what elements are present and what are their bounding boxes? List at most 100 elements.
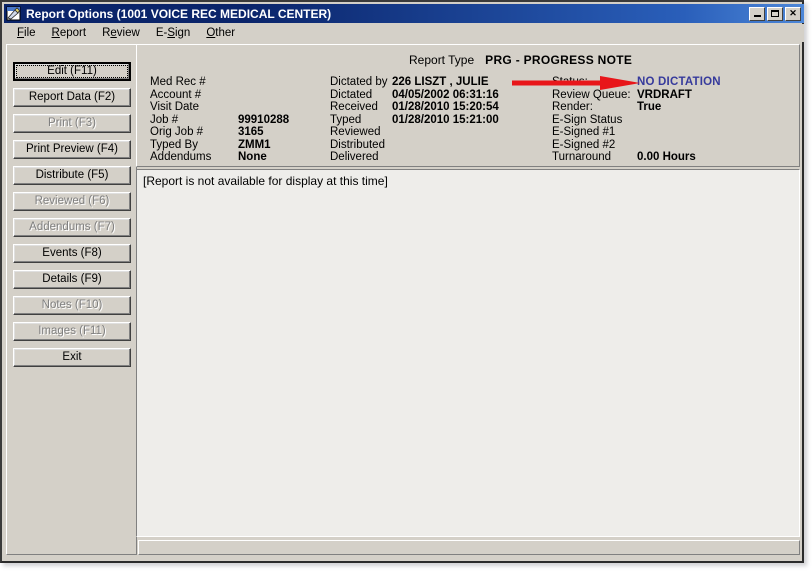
menu-bar: File Report Review E-Sign Other bbox=[4, 24, 804, 42]
info-row: Account # bbox=[150, 89, 330, 102]
sidebar-button-label: Events (F8) bbox=[42, 247, 102, 259]
report-type-value: PRG - PROGRESS NOTE bbox=[485, 53, 633, 67]
info-value: None bbox=[238, 151, 267, 163]
sidebar-button-print-preview[interactable]: Print Preview (F4) bbox=[13, 140, 131, 159]
sidebar-button-report-data[interactable]: Report Data (F2) bbox=[13, 88, 131, 107]
info-label: Typed By bbox=[150, 138, 198, 151]
info-row: Reviewed bbox=[330, 126, 545, 139]
sidebar-button-details[interactable]: Details (F9) bbox=[13, 270, 131, 289]
title-bar[interactable]: Report Options (1001 VOICE REC MEDICAL C… bbox=[4, 4, 804, 23]
sidebar-button-edit[interactable]: Edit (F11) bbox=[13, 62, 131, 81]
sidebar-button-label: Distribute (F5) bbox=[35, 169, 109, 181]
info-column-workflow-dates: Dictated by 226 LISZT , JULIE Dictated 04/… bbox=[330, 76, 545, 164]
sidebar-button-label: Notes (F10) bbox=[41, 299, 103, 311]
report-type-label: Report Type bbox=[409, 53, 475, 67]
info-row: E-Signed #1 bbox=[552, 126, 792, 139]
menu-item-esign[interactable]: E-Sign bbox=[149, 26, 200, 40]
info-label: Dictated bbox=[330, 88, 373, 101]
info-row: Received 01/28/2010 15:20:54 bbox=[330, 101, 545, 114]
info-label: Addendums bbox=[150, 151, 212, 163]
info-label: Typed bbox=[330, 113, 362, 126]
info-value: 3165 bbox=[238, 126, 264, 138]
info-value: True bbox=[637, 101, 662, 113]
sidebar-panel: Edit (F11) Report Data (F2) Print (F3) P… bbox=[6, 44, 137, 555]
info-column-status: Status: NO DICTATION Review Queue: VRDRAFT… bbox=[552, 76, 792, 164]
info-row: Typed By ZMM1 bbox=[150, 139, 330, 152]
info-label: E-Signed #1 bbox=[552, 126, 616, 138]
info-label: Review Queue: bbox=[552, 88, 631, 101]
close-icon: ✕ bbox=[789, 7, 797, 18]
info-label: Dictated by bbox=[330, 76, 388, 88]
info-value: 01/28/2010 15:21:00 bbox=[392, 113, 499, 126]
report-info-panel: Report Type PRG - PROGRESS NOTE Med Rec #… bbox=[136, 44, 800, 167]
info-label: E-Sign Status bbox=[552, 113, 623, 126]
info-label: Delivered bbox=[330, 151, 379, 163]
maximize-icon bbox=[771, 9, 779, 17]
info-value: 04/05/2002 06:31:16 bbox=[392, 88, 499, 101]
info-row: Visit Date bbox=[150, 101, 330, 114]
info-label: Turnaround bbox=[552, 151, 612, 163]
sidebar-button-label: Details (F9) bbox=[42, 273, 102, 285]
info-value: ZMM1 bbox=[238, 138, 271, 151]
info-row: Med Rec # bbox=[150, 76, 330, 89]
report-body-text: [Report is not available for display at … bbox=[143, 174, 388, 188]
sidebar-button-exit[interactable]: Exit bbox=[13, 348, 131, 367]
sidebar-button-print: Print (F3) bbox=[13, 114, 131, 133]
sidebar-button-events[interactable]: Events (F8) bbox=[13, 244, 131, 263]
info-value: 0.00 Hours bbox=[637, 151, 696, 163]
info-value: 01/28/2010 15:20:54 bbox=[392, 101, 499, 113]
info-label: Distributed bbox=[330, 138, 385, 151]
info-label: Med Rec # bbox=[150, 76, 206, 88]
info-column-identifiers: Med Rec # Account # Visit Date Job # 9991… bbox=[150, 76, 330, 164]
info-row: Status: NO DICTATION bbox=[552, 76, 792, 89]
sidebar-button-label: Exit bbox=[62, 351, 82, 363]
sidebar-button-images: Images (F11) bbox=[13, 322, 131, 341]
focus-rectangle bbox=[16, 65, 128, 78]
info-label: Reviewed bbox=[330, 126, 381, 138]
sidebar-button-label: Report Data (F2) bbox=[28, 91, 116, 103]
info-label: Orig Job # bbox=[150, 126, 204, 138]
info-row: E-Signed #2 bbox=[552, 139, 792, 152]
menu-item-report[interactable]: Report bbox=[45, 26, 96, 40]
info-label: Account # bbox=[150, 88, 202, 101]
info-row: Dictated 04/05/2002 06:31:16 bbox=[330, 89, 545, 102]
sidebar-button-label: Reviewed (F6) bbox=[34, 195, 110, 207]
sidebar-button-reviewed: Reviewed (F6) bbox=[13, 192, 131, 211]
info-label: Render: bbox=[552, 101, 593, 113]
sidebar-button-label: Addendums (F7) bbox=[29, 221, 115, 233]
window-controls: ✕ bbox=[749, 6, 801, 21]
info-row: Render: True bbox=[552, 101, 792, 114]
info-label: Status: bbox=[552, 76, 588, 88]
menu-item-other[interactable]: Other bbox=[199, 26, 244, 40]
info-row: Orig Job # 3165 bbox=[150, 126, 330, 139]
info-label: Visit Date bbox=[150, 101, 200, 113]
report-type-row: Report Type PRG - PROGRESS NOTE bbox=[409, 53, 632, 67]
info-label: E-Signed #2 bbox=[552, 138, 616, 151]
info-label: Received bbox=[330, 101, 378, 113]
menu-item-review[interactable]: Review bbox=[95, 26, 149, 40]
sidebar-button-addendums: Addendums (F7) bbox=[13, 218, 131, 237]
menu-item-file[interactable]: File bbox=[10, 26, 45, 40]
sidebar-button-label: Print Preview (F4) bbox=[25, 143, 119, 155]
info-row: Dictated by 226 LISZT , JULIE bbox=[330, 76, 545, 89]
info-value: 226 LISZT , JULIE bbox=[392, 76, 489, 88]
status-bar bbox=[138, 540, 800, 555]
info-value: 99910288 bbox=[238, 113, 290, 126]
sidebar-button-distribute[interactable]: Distribute (F5) bbox=[13, 166, 131, 185]
sidebar-button-label: Images (F11) bbox=[38, 325, 106, 337]
info-row: Typed 01/28/2010 15:21:00 bbox=[330, 114, 545, 127]
minimize-icon bbox=[754, 14, 761, 17]
info-row: Job # 99910288 bbox=[150, 114, 330, 127]
report-document-pencil-icon bbox=[6, 6, 22, 21]
info-row: Distributed bbox=[330, 139, 545, 152]
window-title: Report Options (1001 VOICE REC MEDICAL C… bbox=[26, 6, 332, 21]
info-value: VRDRAFT bbox=[637, 88, 692, 101]
info-row: Addendums None bbox=[150, 151, 330, 164]
sidebar-button-label: Print (F3) bbox=[48, 117, 96, 129]
info-row: E-Sign Status bbox=[552, 114, 792, 127]
report-display-area[interactable]: [Report is not available for display at … bbox=[136, 169, 800, 537]
close-button[interactable]: ✕ bbox=[785, 6, 801, 21]
maximize-button[interactable] bbox=[767, 6, 783, 21]
minimize-button[interactable] bbox=[749, 6, 765, 21]
info-row: Delivered bbox=[330, 151, 545, 164]
